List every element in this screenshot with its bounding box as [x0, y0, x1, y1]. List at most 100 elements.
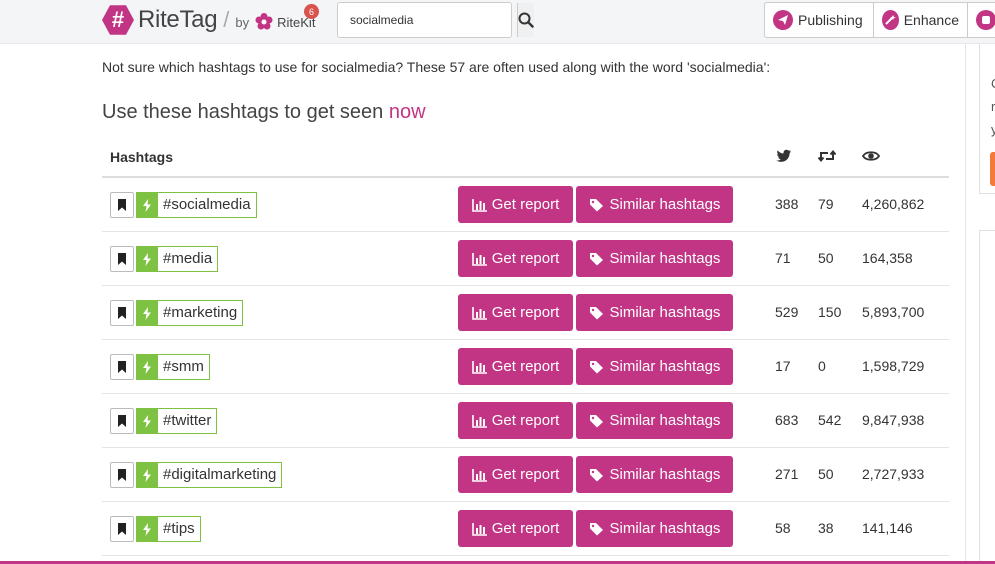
- get-report-button[interactable]: Get report: [458, 240, 573, 277]
- bar-chart-icon: [471, 252, 487, 266]
- tweets-count: 17: [775, 358, 791, 374]
- similar-hashtags-label: Similar hashtags: [609, 466, 721, 483]
- similar-hashtags-label: Similar hashtags: [609, 358, 721, 375]
- twitter-icon: [776, 149, 791, 162]
- bookmark-button[interactable]: [110, 462, 134, 488]
- views-count: 2,727,933: [862, 466, 925, 482]
- bookmark-icon: [118, 199, 126, 211]
- table-row: #marketing Get report Similar hashtags 5…: [102, 286, 949, 340]
- similar-hashtags-label: Similar hashtags: [609, 304, 721, 321]
- tools-icon: [976, 10, 995, 30]
- table-row: #tips Get report Similar hashtags 58 38 …: [102, 502, 949, 556]
- bookmark-button[interactable]: [110, 246, 134, 272]
- get-report-button[interactable]: Get report: [458, 348, 573, 385]
- magic-icon: [882, 10, 899, 30]
- tag-icon: [589, 198, 603, 211]
- more-tools-button[interactable]: [967, 2, 995, 38]
- bar-chart-icon: [471, 306, 487, 320]
- get-report-label: Get report: [491, 520, 560, 537]
- top-bar: # RiteTag / by RiteKit 6 Publishing: [0, 0, 995, 44]
- similar-hashtags-label: Similar hashtags: [609, 520, 721, 537]
- similar-hashtags-button[interactable]: Similar hashtags: [576, 510, 733, 547]
- hashtag-label[interactable]: #media: [157, 246, 219, 272]
- side-orange-button[interactable]: [990, 152, 995, 186]
- views-count: 4,260,862: [862, 196, 925, 212]
- bookmark-button[interactable]: [110, 516, 134, 542]
- bolt-icon: [136, 516, 157, 542]
- enhance-label: Enhance: [903, 12, 959, 28]
- tweets-count: 388: [775, 196, 799, 212]
- bookmark-button[interactable]: [110, 300, 134, 326]
- side-text-1: C: [991, 76, 995, 91]
- get-report-label: Get report: [491, 466, 560, 483]
- publishing-label: Publishing: [798, 12, 863, 28]
- similar-hashtags-label: Similar hashtags: [609, 196, 721, 213]
- get-report-button[interactable]: Get report: [458, 456, 573, 493]
- bookmark-icon: [118, 523, 126, 535]
- eye-icon: [862, 151, 880, 161]
- right-column-divider: [965, 44, 966, 564]
- bolt-icon: [136, 192, 157, 218]
- similar-hashtags-button[interactable]: Similar hashtags: [576, 240, 733, 277]
- hashtag-label[interactable]: #twitter: [157, 408, 218, 434]
- similar-hashtags-button[interactable]: Similar hashtags: [576, 348, 733, 385]
- enhance-button[interactable]: Enhance: [873, 2, 968, 38]
- get-report-button[interactable]: Get report: [458, 510, 573, 547]
- bookmark-icon: [118, 361, 126, 373]
- search-input[interactable]: [338, 3, 517, 37]
- bolt-icon: [136, 408, 157, 434]
- retweets-count: 38: [818, 520, 834, 536]
- retweets-count: 0: [818, 358, 826, 374]
- bolt-icon: [136, 462, 157, 488]
- bookmark-button[interactable]: [110, 408, 134, 434]
- logo-name: RiteTag: [138, 6, 218, 33]
- publishing-button[interactable]: Publishing: [764, 2, 874, 38]
- get-report-button[interactable]: Get report: [458, 294, 573, 331]
- table-row: #twitter Get report Similar hashtags 683…: [102, 394, 949, 448]
- side-text-3: y: [991, 122, 995, 137]
- tweets-count: 683: [775, 412, 799, 428]
- get-report-button[interactable]: Get report: [458, 402, 573, 439]
- similar-hashtags-button[interactable]: Similar hashtags: [576, 186, 733, 223]
- heading-main: Use these hashtags to get seen: [102, 101, 389, 123]
- bookmark-button[interactable]: [110, 354, 134, 380]
- retweet-icon: [818, 149, 836, 163]
- get-report-label: Get report: [491, 304, 560, 321]
- tweets-count: 271: [775, 466, 799, 482]
- bar-chart-icon: [471, 198, 487, 212]
- tweets-count: 58: [775, 520, 791, 536]
- bar-chart-icon: [471, 414, 487, 428]
- search-icon: [518, 12, 534, 28]
- ritekit-flower-icon: [255, 12, 273, 29]
- get-report-label: Get report: [491, 196, 560, 213]
- hashtag-label[interactable]: #tips: [157, 516, 201, 542]
- hashtag-label[interactable]: #socialmedia: [157, 192, 257, 218]
- ritetag-logo[interactable]: # RiteTag / by RiteKit: [102, 4, 315, 36]
- heading-accent: now: [388, 101, 426, 123]
- bolt-icon: [136, 300, 157, 326]
- hashtag-label[interactable]: #marketing: [157, 300, 244, 326]
- bookmark-icon: [118, 307, 126, 319]
- page-heading: Use these hashtags to get seen now: [102, 101, 426, 124]
- tag-icon: [589, 360, 603, 373]
- retweets-count: 79: [818, 196, 834, 212]
- tweets-count: 71: [775, 250, 791, 266]
- bookmark-icon: [118, 253, 126, 265]
- table-header: Hashtags: [102, 138, 949, 178]
- column-hashtags: Hashtags: [110, 149, 174, 165]
- notification-badge[interactable]: 6: [304, 4, 319, 19]
- similar-hashtags-button[interactable]: Similar hashtags: [576, 456, 733, 493]
- bookmark-icon: [118, 415, 126, 427]
- bookmark-button[interactable]: [110, 192, 134, 218]
- similar-hashtags-button[interactable]: Similar hashtags: [576, 402, 733, 439]
- bookmark-icon: [118, 469, 126, 481]
- side-panel-bottom: [979, 230, 995, 564]
- search-box: [337, 2, 534, 38]
- similar-hashtags-button[interactable]: Similar hashtags: [576, 294, 733, 331]
- search-button[interactable]: [517, 3, 534, 37]
- hashtag-label[interactable]: #digitalmarketing: [157, 462, 283, 488]
- get-report-button[interactable]: Get report: [458, 186, 573, 223]
- side-text-2: r: [991, 99, 995, 114]
- get-report-label: Get report: [491, 412, 560, 429]
- hashtag-label[interactable]: #smm: [157, 354, 210, 380]
